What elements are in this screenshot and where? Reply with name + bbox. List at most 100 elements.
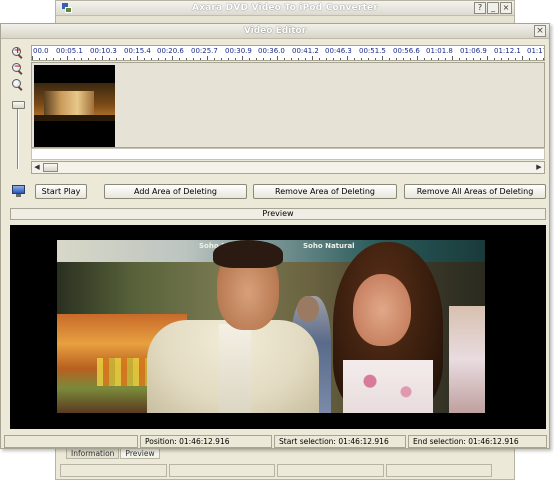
editor-status-bar: Position: 01:46:12.916 Start selection: … [4, 435, 547, 448]
ruler-tick [46, 58, 47, 60]
editor-close-button[interactable]: × [534, 25, 546, 37]
status-position: Position: 01:46:12.916 [140, 435, 272, 448]
scroll-left-icon[interactable]: ◀ [32, 162, 42, 173]
ruler-tick [186, 58, 187, 60]
ruler-tick [32, 56, 33, 60]
ruler-tick-label: 00.0 [33, 47, 49, 55]
video-thumbnail[interactable] [34, 65, 115, 147]
ruler-tick [60, 58, 61, 60]
selection-bar[interactable] [31, 148, 545, 160]
ruler-tick [389, 58, 390, 60]
ruler-tick [67, 56, 68, 60]
ruler-tick [284, 58, 285, 60]
ruler-tick [158, 58, 159, 60]
status-cell [60, 464, 167, 477]
ruler-tick [361, 58, 362, 60]
ruler-tick [256, 58, 257, 60]
ruler-tick [368, 58, 369, 60]
ruler-tick [424, 58, 425, 60]
ruler-tick [214, 58, 215, 60]
close-button[interactable]: × [500, 2, 512, 14]
ruler-tick [39, 58, 40, 60]
ruler-tick [207, 56, 208, 60]
zoom-slider-thumb[interactable] [12, 101, 25, 109]
ruler-tick [410, 58, 411, 60]
ruler-tick [277, 56, 278, 60]
ruler-tick-label: 00:41.2 [292, 47, 319, 55]
ruler-tick [403, 58, 404, 60]
ruler-tick [95, 58, 96, 60]
ruler-tick [298, 58, 299, 60]
status-cell [4, 435, 138, 448]
ruler-tick-label: 00:15.4 [124, 47, 151, 55]
status-end-selection: End selection: 01:46:12.916 [408, 435, 547, 448]
ruler-tick [347, 56, 348, 60]
minimize-button[interactable]: _ [487, 2, 499, 14]
ruler-tick-label: 00:30.9 [225, 47, 252, 55]
ruler-tick [109, 58, 110, 60]
ruler-tick [522, 56, 523, 60]
monitor-icon[interactable] [12, 185, 25, 197]
video-editor-dialog: Video Editor × + − 00.0 00:05.1 00:10.3 … [0, 23, 550, 449]
timeline-scrollbar[interactable]: ◀ ▶ [31, 161, 545, 174]
add-area-button[interactable]: Add Area of Deleting [104, 184, 247, 199]
ruler-tick-label: 01:12.1 [494, 47, 521, 55]
ruler-tick-label: 00:10.3 [90, 47, 117, 55]
ruler-tick [543, 58, 544, 60]
remove-area-button[interactable]: Remove Area of Deleting [253, 184, 397, 199]
storefront-sign: Soho Natural [303, 242, 355, 250]
ruler-tick [508, 58, 509, 60]
scrollbar-thumb[interactable] [43, 163, 58, 172]
zoom-fit-icon[interactable] [11, 78, 24, 91]
editor-titlebar: Video Editor × [1, 24, 549, 39]
editor-title: Video Editor [243, 26, 307, 36]
scroll-right-icon[interactable]: ▶ [534, 162, 544, 173]
ruler-tick-label: 00:56.6 [393, 47, 420, 55]
start-play-button[interactable]: Start Play [35, 184, 87, 199]
ruler-tick-label: 00:46.3 [325, 47, 352, 55]
ruler-tick [536, 58, 537, 60]
ruler-tick [81, 58, 82, 60]
ruler-tick [53, 58, 54, 60]
time-ruler[interactable]: 00.0 00:05.1 00:10.3 00:15.4 00:20.6 00:… [31, 45, 545, 61]
zoom-in-icon[interactable]: + [11, 46, 24, 59]
ruler-tick [165, 58, 166, 60]
ruler-tick [473, 58, 474, 60]
ruler-tick [487, 56, 488, 60]
ruler-tick [305, 58, 306, 60]
ruler-tick [249, 58, 250, 60]
ruler-tick [102, 56, 103, 60]
ruler-tick [445, 58, 446, 60]
zoom-slider[interactable] [11, 101, 26, 169]
ruler-tick [354, 58, 355, 60]
remove-all-areas-button[interactable]: Remove All Areas of Deleting [404, 184, 546, 199]
main-titlebar: Axara DVD Video To iPod Converter ? _ × [56, 1, 514, 16]
ruler-tick [116, 58, 117, 60]
ruler-tick [263, 58, 264, 60]
main-window-title: Axara DVD Video To iPod Converter [191, 3, 379, 13]
ruler-tick [172, 56, 173, 60]
ruler-tick [396, 58, 397, 60]
ruler-tick [417, 56, 418, 60]
ruler-tick-label: 00:25.7 [191, 47, 218, 55]
ruler-tick [459, 58, 460, 60]
zoom-out-icon[interactable]: − [11, 62, 24, 75]
ruler-tick [382, 56, 383, 60]
ruler-tick [438, 58, 439, 60]
timeline-track[interactable] [31, 62, 545, 148]
help-button[interactable]: ? [474, 2, 486, 14]
ruler-tick [88, 58, 89, 60]
ruler-tick-label: 01:01.8 [426, 47, 453, 55]
ruler-tick [319, 58, 320, 60]
ruler-tick [375, 58, 376, 60]
ruler-tick-label: 00:51.5 [359, 47, 386, 55]
ruler-tick [144, 58, 145, 60]
preview-label: Preview [10, 208, 546, 220]
ruler-tick [312, 56, 313, 60]
video-preview: Soho Natural Soho Natural [10, 225, 546, 429]
ruler-tick [200, 58, 201, 60]
ruler-tick [466, 58, 467, 60]
ruler-tick [529, 58, 530, 60]
ruler-tick [235, 58, 236, 60]
ruler-tick-label: 00:05.1 [56, 47, 83, 55]
